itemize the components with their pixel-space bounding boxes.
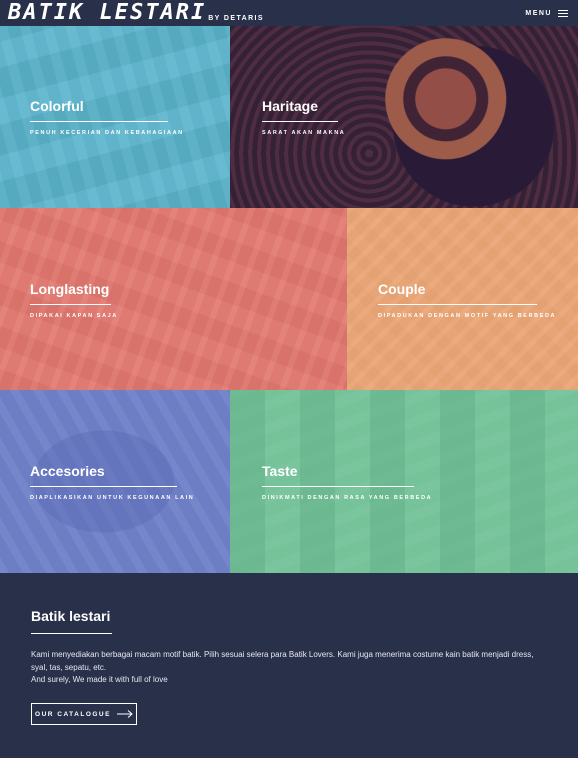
tile-title: Taste — [262, 463, 298, 479]
about-paragraph: Kami menyediakan berbagai macam motif ba… — [31, 650, 534, 672]
logo-title: BATIK LESTARI — [8, 0, 207, 25]
tile-divider — [262, 121, 338, 122]
about-tagline: And surely, We made it with full of love — [31, 675, 168, 684]
about-title: Batik lestari — [31, 608, 111, 624]
hamburger-icon — [558, 9, 568, 17]
tile-divider — [30, 121, 168, 122]
tile-taste[interactable]: Taste DINIKMATI DENGAN RASA YANG BERBEDA — [230, 390, 578, 573]
tile-subtitle: DIPAKAI KAPAN SAJA — [30, 313, 118, 319]
tile-title: Couple — [378, 281, 426, 297]
tile-subtitle: PENUH KECERIAN DAN KEBAHAGIAAN — [30, 130, 184, 136]
arrow-right-icon — [116, 710, 133, 718]
site-logo[interactable]: BATIK LESTARI BY DETARIS — [8, 2, 264, 24]
menu-button[interactable]: MENU — [525, 9, 570, 17]
tile-title: Colorful — [30, 98, 84, 114]
tile-title: Longlasting — [30, 281, 110, 297]
catalogue-button-label: OUR CATALOGUE — [35, 710, 111, 718]
tile-haritage[interactable]: Haritage SARAT AKAN MAKNA — [230, 26, 578, 208]
about-divider — [31, 633, 112, 634]
tile-couple[interactable]: Couple DIPADUKAN DENGAN MOTIF YANG BERBE… — [347, 208, 578, 390]
tile-accesories[interactable]: Accesories DIAPLIKASIKAN UNTUK KEGUNAAN … — [0, 390, 230, 573]
menu-label: MENU — [525, 9, 552, 17]
catalogue-button[interactable]: OUR CATALOGUE — [31, 703, 137, 725]
tile-colorful[interactable]: Colorful PENUH KECERIAN DAN KEBAHAGIAAN — [0, 26, 230, 208]
tile-subtitle: SARAT AKAN MAKNA — [262, 130, 346, 136]
about-section: Batik lestari Kami menyediakan berbagai … — [0, 573, 578, 758]
tile-divider — [30, 486, 177, 487]
tile-divider — [378, 304, 537, 305]
tile-title: Accesories — [30, 463, 105, 479]
tile-subtitle: DINIKMATI DENGAN RASA YANG BERBEDA — [262, 495, 433, 501]
logo-subtitle: BY DETARIS — [208, 15, 264, 22]
site-header: BATIK LESTARI BY DETARIS MENU — [0, 0, 578, 26]
tile-divider — [262, 486, 414, 487]
tile-divider — [30, 304, 111, 305]
tile-subtitle: DIPADUKAN DENGAN MOTIF YANG BERBEDA — [378, 313, 557, 319]
tile-subtitle: DIAPLIKASIKAN UNTUK KEGUNAAN LAIN — [30, 495, 195, 501]
tile-title: Haritage — [262, 98, 319, 114]
tile-longlasting[interactable]: Longlasting DIPAKAI KAPAN SAJA — [0, 208, 347, 390]
